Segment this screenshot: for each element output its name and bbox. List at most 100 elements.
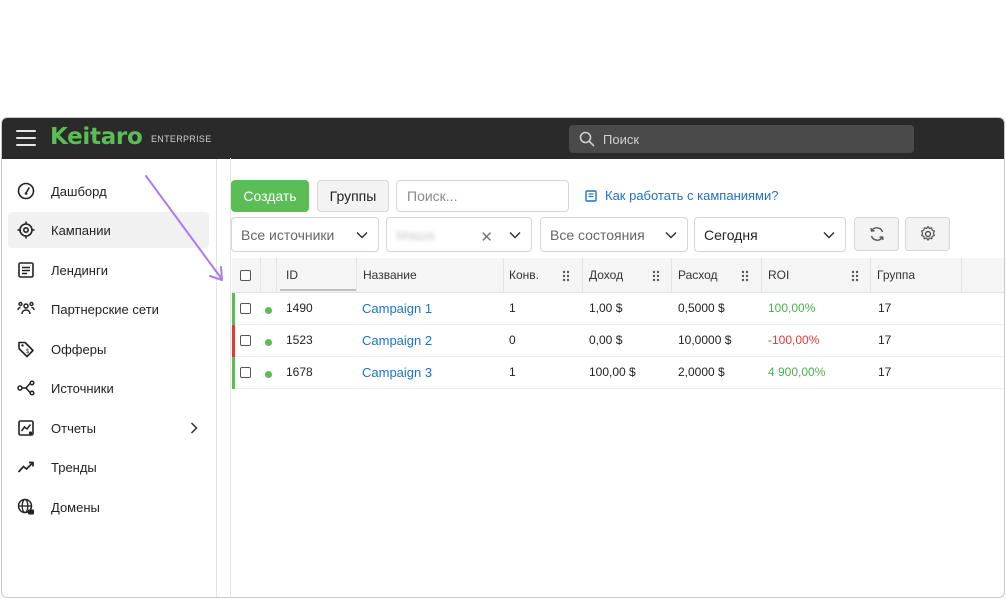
table-row[interactable]: 1490 Campaign 1 1 1,00 $ 0,5000 $ 100,00… — [232, 293, 1004, 325]
user-select[interactable]: Маша ✕ — [386, 217, 532, 252]
table-row[interactable]: 1678 Campaign 3 1 100,00 $ 2,0000 $ 4 90… — [232, 357, 1004, 389]
row-checkbox[interactable] — [240, 367, 251, 378]
column-header-revenue[interactable]: Доход — [589, 258, 623, 293]
sources-select[interactable]: Все источники — [231, 217, 379, 252]
cell-revenue: 100,00 $ — [589, 365, 636, 379]
cell-id: 1678 — [286, 365, 313, 379]
edition-label: ENTERPRISE — [151, 134, 212, 144]
create-campaign-button[interactable]: Создать — [231, 180, 309, 212]
cell-conversions: 1 — [509, 365, 516, 379]
target-icon — [17, 221, 35, 239]
sidebar-item-sources[interactable]: Источники — [8, 370, 209, 406]
row-status-flag — [232, 293, 235, 325]
sidebar-item-landings[interactable]: Лендинги — [8, 252, 209, 288]
sidebar-item-dashboard[interactable]: Дашборд — [8, 173, 209, 209]
sidebar-item-affiliate-networks[interactable]: Партнерские сети — [8, 291, 209, 327]
search-icon — [579, 131, 595, 147]
column-header-conversions[interactable]: Конв. — [509, 258, 539, 293]
chevron-down-icon — [509, 231, 521, 239]
row-checkbox[interactable] — [240, 335, 251, 346]
clear-icon[interactable]: ✕ — [480, 228, 493, 246]
states-select-value: Все состояния — [550, 227, 645, 243]
top-bar: Keitaro ENTERPRISE — [2, 118, 1004, 159]
logo: Keitaro — [50, 124, 143, 150]
user-select-value: Маша — [396, 227, 435, 243]
column-header-id[interactable]: ID — [286, 258, 298, 293]
chevron-down-icon — [823, 231, 835, 239]
sidebar-item-label: Тренды — [51, 459, 97, 475]
sidebar-item-campaigns[interactable]: Кампании — [8, 212, 209, 248]
network-users-icon — [17, 301, 35, 315]
sidebar: Дашборд Кампании Лендинги Партнерские се… — [2, 159, 217, 597]
app-window: Keitaro ENTERPRISE Дашборд Кампании Ленд… — [1, 117, 1005, 598]
sidebar-item-label: Источники — [51, 380, 114, 396]
period-select[interactable]: Сегодня — [694, 217, 846, 252]
refresh-icon — [869, 227, 884, 241]
cell-roi: 4 900,00% — [768, 365, 826, 379]
campaign-search-input[interactable] — [396, 180, 569, 212]
sidebar-item-reports[interactable]: Отчеты — [8, 410, 209, 446]
sidebar-item-label: Отчеты — [51, 420, 96, 436]
column-drag-handle-icon[interactable] — [851, 270, 859, 282]
chevron-down-icon — [665, 231, 677, 239]
states-select[interactable]: Все состояния — [540, 217, 688, 252]
period-select-value: Сегодня — [704, 227, 758, 243]
table-row[interactable]: 1523 Campaign 2 0 0,00 $ 10,0000 $ -100,… — [232, 325, 1004, 357]
settings-button[interactable] — [905, 217, 950, 251]
globe-domain-icon — [17, 498, 34, 515]
help-link[interactable]: Как работать с кампаниями? — [585, 188, 778, 203]
table-left-border — [230, 158, 231, 598]
chevron-down-icon — [356, 231, 368, 239]
cell-group: 17 — [878, 365, 892, 379]
sources-select-value: Все источники — [241, 227, 335, 243]
chevron-right-icon — [190, 422, 198, 434]
column-header-group[interactable]: Группа — [877, 258, 915, 293]
row-status-flag — [232, 357, 235, 389]
column-drag-handle-icon[interactable] — [741, 270, 749, 282]
active-status-dot — [265, 307, 272, 314]
sidebar-item-label: Домены — [51, 499, 100, 515]
help-link-text: Как работать с кампаниями? — [605, 188, 779, 203]
groups-button[interactable]: Группы — [317, 180, 389, 212]
cell-cost: 2,0000 $ — [678, 365, 725, 379]
active-status-dot — [265, 371, 272, 378]
cell-revenue: 1,00 $ — [589, 301, 623, 315]
gear-icon — [920, 225, 935, 241]
source-branch-icon — [17, 380, 35, 396]
sort-indicator — [280, 289, 356, 291]
cell-id: 1490 — [286, 301, 313, 315]
sidebar-item-trends[interactable]: Тренды — [8, 449, 209, 485]
column-header-name[interactable]: Название — [363, 258, 417, 293]
column-header-roi[interactable]: ROI — [768, 258, 789, 293]
column-drag-handle-icon[interactable] — [652, 270, 660, 282]
svg-text:$: $ — [26, 348, 30, 355]
cell-conversions: 1 — [509, 301, 516, 315]
active-status-dot — [265, 339, 272, 346]
refresh-button[interactable] — [854, 217, 899, 251]
cell-id: 1523 — [286, 333, 313, 347]
cell-roi: 100,00% — [768, 301, 816, 315]
dashboard-gauge-icon — [17, 182, 35, 200]
global-search-input[interactable] — [603, 125, 903, 153]
global-search[interactable] — [569, 125, 914, 153]
sidebar-item-offers[interactable]: $ Офферы — [8, 331, 209, 367]
cell-group: 17 — [878, 333, 892, 347]
column-header-cost[interactable]: Расход — [678, 258, 718, 293]
sidebar-item-label: Кампании — [51, 222, 111, 238]
book-icon — [585, 189, 597, 202]
table-header: ID Название Конв. Доход Расход ROI Групп… — [232, 258, 1004, 293]
cell-cost: 0,5000 $ — [678, 301, 725, 315]
menu-icon[interactable] — [16, 130, 36, 146]
sidebar-item-domains[interactable]: Домены — [8, 489, 209, 525]
tag-icon: $ — [18, 341, 34, 358]
cell-revenue: 0,00 $ — [589, 333, 623, 347]
report-chart-icon — [18, 420, 34, 436]
main-content: Создать Группы Как работать с кампаниями… — [218, 159, 1004, 597]
campaign-name-link[interactable]: Campaign 2 — [362, 325, 432, 357]
cell-roi: -100,00% — [768, 333, 820, 347]
select-all-checkbox[interactable] — [240, 270, 251, 281]
column-drag-handle-icon[interactable] — [562, 270, 570, 282]
campaign-name-link[interactable]: Campaign 3 — [362, 357, 432, 389]
row-checkbox[interactable] — [240, 303, 251, 314]
campaign-name-link[interactable]: Campaign 1 — [362, 293, 432, 325]
